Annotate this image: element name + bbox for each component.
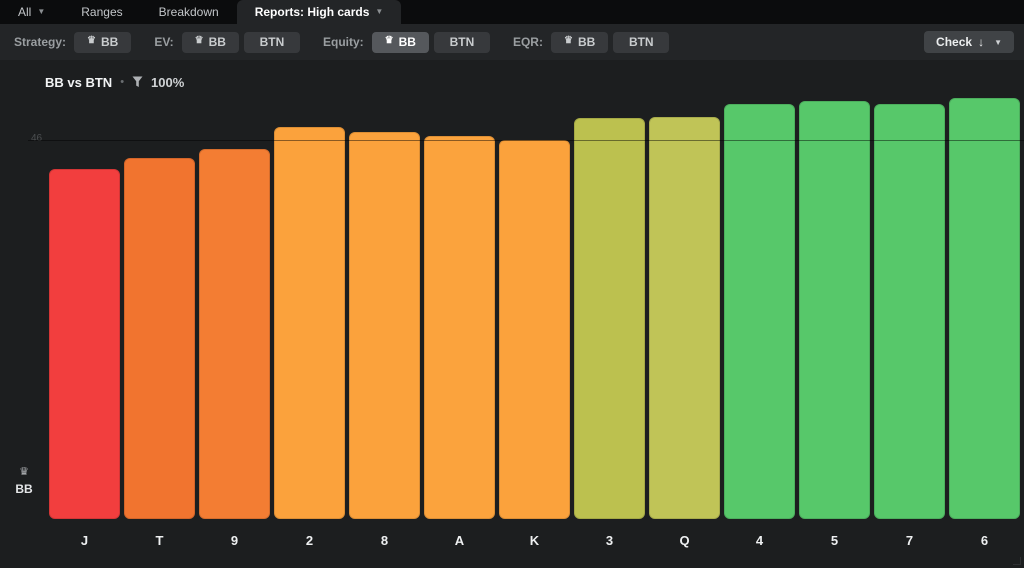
tab-label: Breakdown — [159, 5, 219, 19]
x-axis-label-3: 3 — [574, 533, 645, 548]
bar-9[interactable] — [199, 149, 270, 519]
bar-3[interactable] — [574, 118, 645, 519]
x-axis-label-q: Q — [649, 533, 720, 548]
report-content: BB vs BTN • 100% 46 JT928AK3Q4576 ♛ BB — [0, 60, 1024, 568]
bar-8[interactable] — [349, 132, 420, 519]
row-player-name: BB — [10, 482, 38, 496]
chevron-down-icon: ▼ — [37, 8, 45, 16]
x-axis-label-t: T — [124, 533, 195, 548]
bar-4[interactable] — [724, 104, 795, 519]
ev-bb-button[interactable]: ♛ BB — [182, 32, 239, 53]
equity-bb-button[interactable]: ♛ BB — [372, 32, 429, 53]
x-axis-label-6: 6 — [949, 533, 1020, 548]
resize-grip[interactable] — [1013, 557, 1021, 565]
button-label: BB — [101, 35, 118, 49]
chevron-down-icon: ▼ — [375, 8, 383, 16]
eqr-btn-button[interactable]: BTN — [613, 32, 669, 53]
x-axis-label-5: 5 — [799, 533, 870, 548]
x-axis-label-8: 8 — [349, 533, 420, 548]
toolbar-group-equity: Equity: ♛ BB BTN — [323, 32, 495, 53]
strategy-bb-button[interactable]: ♛ BB — [74, 32, 131, 53]
bar-a[interactable] — [424, 136, 495, 519]
button-label: BB — [578, 35, 595, 49]
toolbar-group-eqr: EQR: ♛ BB BTN — [513, 32, 674, 53]
tab-label: Ranges — [81, 5, 122, 19]
x-axis-label-j: J — [49, 533, 120, 548]
crown-icon: ♛ — [87, 36, 96, 46]
tab-all[interactable]: All ▼ — [0, 0, 63, 24]
x-axis-label-4: 4 — [724, 533, 795, 548]
eqr-bb-button[interactable]: ♛ BB — [551, 32, 608, 53]
button-label: BTN — [450, 35, 475, 49]
toolbar-groups: Strategy: ♛ BB EV: ♛ BB BTN Equity: ♛ BB BTN EQR: ♛ B… — [14, 32, 692, 53]
bar-t[interactable] — [124, 158, 195, 519]
bar-q[interactable] — [649, 117, 720, 519]
x-axis-label-9: 9 — [199, 533, 270, 548]
bar-chart: JT928AK3Q4576 — [0, 60, 1024, 568]
down-arrow-icon: ↓ — [978, 35, 984, 49]
bar-k[interactable] — [499, 140, 570, 519]
action-label: Check — [936, 35, 972, 49]
tab-ranges[interactable]: Ranges — [63, 0, 140, 24]
toolbar-group-label: EQR: — [513, 35, 543, 49]
button-label: BTN — [629, 35, 654, 49]
toolbar-group-ev: EV: ♛ BB BTN — [154, 32, 305, 53]
bar-j[interactable] — [49, 169, 120, 519]
x-axis-label-7: 7 — [874, 533, 945, 548]
crown-icon: ♛ — [10, 467, 38, 478]
crown-icon: ♛ — [385, 36, 394, 46]
toolbar-group-label: EV: — [154, 35, 173, 49]
equity-btn-button[interactable]: BTN — [434, 32, 490, 53]
x-axis-label-k: K — [499, 533, 570, 548]
bar-7[interactable] — [874, 104, 945, 519]
toolbar-group-label: Strategy: — [14, 35, 66, 49]
toolbar: Strategy: ♛ BB EV: ♛ BB BTN Equity: ♛ BB BTN EQR: ♛ B… — [0, 24, 1024, 60]
tab-bar: All ▼ Ranges Breakdown Reports: High cards ▼ — [0, 0, 1024, 24]
tab-label: Reports: High cards — [255, 5, 370, 19]
button-label: BTN — [260, 35, 285, 49]
ev-btn-button[interactable]: BTN — [244, 32, 300, 53]
bar-2[interactable] — [274, 127, 345, 519]
toolbar-group-strategy: Strategy: ♛ BB — [14, 32, 136, 53]
gridline-46 — [28, 140, 1024, 141]
button-label: BB — [399, 35, 416, 49]
tab-breakdown[interactable]: Breakdown — [141, 0, 237, 24]
row-label-bb: ♛ BB — [10, 468, 38, 496]
button-label: BB — [209, 35, 226, 49]
y-axis-grid-label: 46 — [31, 133, 42, 144]
tab-label: All — [18, 5, 31, 19]
crown-icon: ♛ — [564, 36, 573, 46]
crown-icon: ♛ — [195, 36, 204, 46]
toolbar-group-label: Equity: — [323, 35, 364, 49]
chevron-down-icon: ▼ — [994, 38, 1002, 47]
bar-5[interactable] — [799, 101, 870, 519]
tab-reports-high-cards[interactable]: Reports: High cards ▼ — [237, 0, 402, 24]
action-dropdown-button[interactable]: Check ↓ ▼ — [924, 31, 1014, 53]
x-axis-label-2: 2 — [274, 533, 345, 548]
bar-6[interactable] — [949, 98, 1020, 519]
x-axis-label-a: A — [424, 533, 495, 548]
